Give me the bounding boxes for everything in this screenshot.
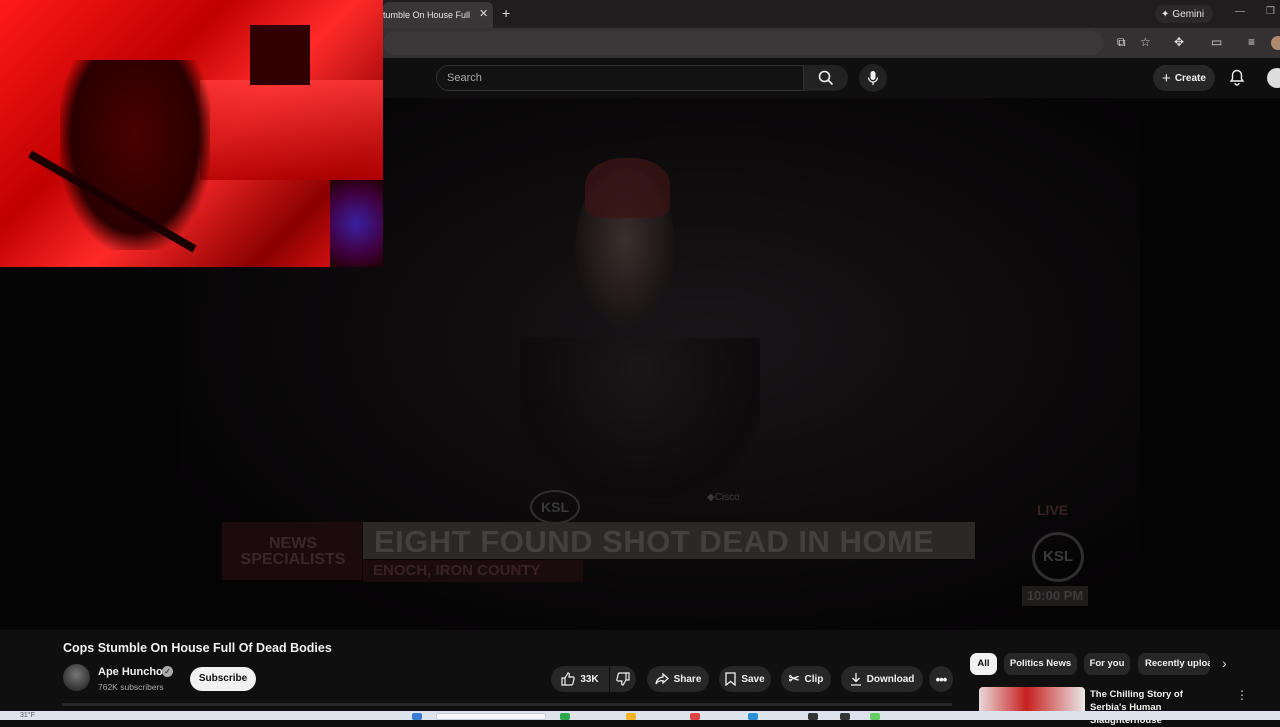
new-tab-button[interactable]: + [502,5,510,21]
search-input[interactable]: Search [436,65,804,91]
voice-search-button[interactable] [859,64,887,92]
start-icon[interactable] [412,713,422,720]
share-label: Share [673,673,702,685]
search-placeholder: Search [447,72,482,84]
chrome-icon[interactable] [870,713,880,720]
subscribe-button[interactable]: Subscribe [190,667,256,691]
channel-avatar[interactable] [63,664,90,691]
location-text: ENOCH, IRON COUNTY [373,562,541,579]
ksl-tv-watermark: KSL TV [530,490,580,545]
save-label: Save [741,673,765,685]
webcam-blue-light [330,180,383,267]
search-icon [818,70,834,86]
headline-text: EIGHT FOUND SHOT DEAD IN HOME [374,524,935,559]
reading-list-icon[interactable]: ≡ [1248,35,1255,49]
webcam-person [60,60,210,250]
browser-profile-avatar[interactable] [1271,36,1280,50]
taskbar-app-icon[interactable] [560,713,570,720]
like-button[interactable]: 33K [551,666,609,692]
restore-window-button[interactable]: ❐ [1266,6,1275,17]
chevron-right-icon[interactable]: › [1222,655,1227,671]
save-button[interactable]: Save [719,666,771,692]
download-label: Download [866,673,915,685]
bookmark-icon [725,672,736,686]
create-button[interactable]: + Create [1153,65,1215,91]
os-taskbar: 31°F [0,711,1280,720]
news-specialists-text: NEWS SPECIALISTS [240,535,346,568]
youtube-account-avatar[interactable] [1267,68,1280,88]
chip-for-you[interactable]: For you [1084,653,1130,675]
share-arrow-icon [654,673,669,685]
broadcast-time: 10:00 PM [1022,586,1088,606]
minimize-window-button[interactable]: — [1235,6,1245,17]
plus-icon: + [1162,69,1171,87]
download-icon [850,673,861,686]
tab-title: tumble On House Full O [383,10,471,20]
webcam-bed-background [200,80,383,180]
microphone-icon [867,71,879,85]
clip-button[interactable]: ✂ Clip [781,666,831,692]
more-horizontal-icon: ••• [935,671,948,687]
split-view-icon[interactable]: ▭ [1211,35,1222,49]
video-progress-track[interactable] [62,703,952,706]
browser-tab[interactable]: tumble On House Full O ✕ [383,2,493,28]
install-app-icon[interactable]: ⧉ [1117,35,1126,50]
clip-label: Clip [804,673,824,685]
video-title: Cops Stumble On House Full Of Dead Bodie… [63,641,332,655]
gemini-button[interactable]: ✦ Gemini [1155,5,1213,23]
verified-check-icon: ✓ [162,666,173,677]
thumbs-down-icon [616,672,630,686]
recommendation-title[interactable]: The Chilling Story of Serbia's Human Sla… [1090,688,1220,727]
chip-politics-news[interactable]: Politics News [1004,653,1077,675]
gemini-label: Gemini [1172,8,1205,20]
search-button[interactable] [804,65,848,91]
bookmark-star-icon[interactable]: ☆ [1140,35,1151,49]
omnibox[interactable] [383,31,1103,55]
create-label: Create [1174,72,1206,84]
sponsor-watermark: ◆Cisco [707,492,740,503]
sparkle-icon: ✦ [1161,8,1170,20]
weather-widget[interactable]: 31°F [20,712,35,719]
file-explorer-icon[interactable] [626,713,636,720]
subscriber-count: 762K subscribers [98,682,164,692]
more-actions-button[interactable]: ••• [929,666,953,692]
download-button[interactable]: Download [841,666,923,692]
scissors-icon: ✂ [788,671,800,686]
thumbs-up-icon [561,672,576,686]
dislike-button[interactable] [610,666,636,692]
notifications-bell-icon[interactable] [1229,69,1245,86]
taskbar-search-box[interactable] [436,713,546,720]
tab-close-icon[interactable]: ✕ [479,7,488,20]
reporter-body [520,338,760,498]
reporter-hat [585,158,670,218]
ksl-station-logo: KSL [1032,532,1084,582]
edge-icon[interactable] [748,713,758,720]
like-count: 33K [580,673,599,685]
more-vertical-icon[interactable]: ⋮ [1236,688,1248,702]
webcam-wall-object [250,25,310,85]
taskbar-app-icon-3[interactable] [808,713,818,720]
chip-recently-uploaded[interactable]: Recently uploaded [1138,653,1210,675]
taskbar-app-icon-2[interactable] [690,713,700,720]
share-button[interactable]: Share [647,666,709,692]
live-indicator: LIVE [1037,502,1069,518]
extensions-icon[interactable]: ✥ [1174,35,1184,49]
webcam-overlay [0,0,383,267]
taskbar-app-icon-4[interactable] [840,713,850,720]
channel-name[interactable]: Ape Huncho [98,666,163,678]
chip-all[interactable]: All [970,653,997,675]
